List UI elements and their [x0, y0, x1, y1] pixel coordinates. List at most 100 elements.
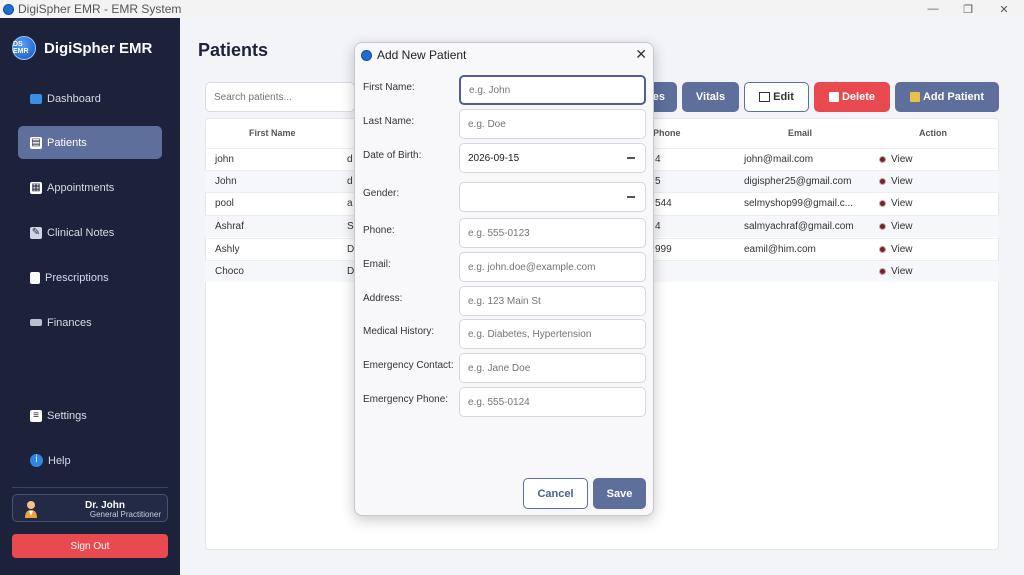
first-name-field[interactable]	[459, 75, 646, 105]
emergency-contact-field[interactable]	[459, 353, 646, 383]
view-link[interactable]: View	[879, 244, 913, 255]
sidebar-item-help[interactable]: i Help	[18, 444, 162, 477]
grid-icon: ▦	[30, 181, 42, 194]
document-icon	[30, 271, 40, 284]
sidebar-item-label: Help	[48, 454, 71, 467]
address-label: Address:	[363, 293, 403, 304]
sidebar-item-label: Dashboard	[47, 92, 101, 105]
close-icon[interactable]: ✕	[635, 46, 647, 63]
sidebar-item-label: Patients	[47, 136, 87, 149]
sidebar-item-prescriptions[interactable]: Prescriptions	[18, 261, 162, 294]
date-of-birth-value: 2026-09-15	[468, 152, 520, 164]
sidebar-item-dashboard[interactable]: Dashboard	[18, 82, 162, 115]
emergency-phone-field[interactable]	[459, 387, 646, 417]
phone-field[interactable]	[459, 218, 646, 248]
sidebar-item-label: Settings	[47, 409, 87, 422]
cell-phone: 4	[655, 154, 661, 165]
date-of-birth-field[interactable]: 2026-09-15	[459, 143, 646, 173]
sidebar-item-finances[interactable]: Finances	[18, 306, 162, 339]
emergency-phone-label: Emergency Phone:	[363, 394, 449, 405]
cell-email: salmyachraf@gmail.com	[744, 221, 854, 232]
phone-label: Phone:	[363, 225, 395, 236]
dialog-header: Add New Patient	[355, 43, 653, 67]
gender-select[interactable]	[459, 182, 646, 212]
cell-phone: 544	[655, 198, 672, 209]
eye-icon	[879, 155, 886, 163]
view-link[interactable]: View	[879, 266, 913, 277]
search-input[interactable]	[205, 82, 355, 112]
eye-icon	[879, 267, 886, 275]
divider	[12, 487, 168, 488]
vitals-button[interactable]: Vitals	[682, 82, 739, 112]
delete-button[interactable]: Delete	[814, 82, 890, 112]
view-link[interactable]: View	[879, 154, 913, 165]
edit-button[interactable]: Edit	[744, 82, 809, 112]
last-name-field[interactable]	[459, 109, 646, 139]
sidebar-item-clinical-notes[interactable]: ✎ Clinical Notes	[18, 216, 162, 249]
user-role: General Practitioner	[89, 510, 161, 519]
view-label: View	[891, 244, 913, 255]
view-label: View	[891, 266, 913, 277]
edit-icon	[759, 92, 771, 102]
cell-email: digispher25@gmail.com	[744, 176, 852, 187]
last-name-label: Last Name:	[363, 116, 415, 127]
window-titlebar: DigiSpher EMR - EMR System	[0, 0, 1024, 18]
eye-icon	[879, 199, 886, 207]
trash-icon	[828, 92, 839, 102]
cell-last-name: d	[347, 176, 353, 187]
view-link[interactable]: View	[879, 198, 913, 209]
address-field[interactable]	[459, 286, 646, 316]
add-patient-button[interactable]: Add Patient	[895, 82, 999, 112]
cell-email: eamil@him.com	[744, 244, 816, 255]
first-name-label: First Name:	[363, 82, 415, 93]
column-header-email: Email	[788, 128, 813, 138]
sidebar-item-patients[interactable]: ▤ Patients	[18, 126, 162, 159]
close-window-button[interactable]: ✕	[987, 0, 1021, 18]
eye-icon	[879, 222, 886, 230]
cell-last-name: d	[347, 154, 353, 165]
sidebar-item-settings[interactable]: ≡ Settings	[18, 399, 162, 432]
delete-button-label: Delete	[841, 91, 876, 103]
sidebar-item-label: Finances	[47, 316, 92, 329]
column-header-phone: Phone	[653, 128, 681, 138]
notes-icon: ✎	[30, 226, 42, 239]
maximize-button[interactable]: ❐	[951, 0, 985, 18]
info-icon: i	[30, 454, 43, 467]
save-button[interactable]: Save	[593, 478, 646, 509]
page-title: Patients	[198, 40, 269, 60]
cell-email: john@mail.com	[744, 154, 814, 165]
dropdown-icon[interactable]	[627, 196, 635, 198]
cell-first-name: john	[215, 154, 234, 165]
brand-name: DigiSpher EMR	[44, 39, 153, 57]
medical-history-label: Medical History:	[363, 326, 435, 337]
add-user-icon	[909, 92, 920, 102]
eye-icon	[879, 245, 886, 253]
medical-history-field[interactable]	[459, 319, 646, 349]
view-label: View	[891, 221, 913, 232]
cell-last-name: S	[347, 221, 354, 232]
app-icon	[361, 49, 372, 61]
cell-first-name: Ashly	[215, 244, 240, 255]
dialog-title: Add New Patient	[377, 48, 467, 62]
sign-out-button[interactable]: Sign Out	[12, 534, 168, 558]
minimize-button[interactable]: —	[916, 0, 950, 18]
view-label: View	[891, 176, 913, 187]
cell-first-name: Choco	[215, 266, 244, 277]
edit-button-label: Edit	[773, 91, 794, 103]
eye-icon	[879, 177, 886, 185]
user-card[interactable]: Dr. John General Practitioner	[12, 494, 168, 522]
email-field[interactable]	[459, 252, 646, 282]
cancel-button[interactable]: Cancel	[523, 478, 588, 509]
date-of-birth-label: Date of Birth:	[363, 150, 422, 161]
sidebar-item-appointments[interactable]: ▦ Appointments	[18, 171, 162, 204]
calendar-dropdown-icon[interactable]	[627, 157, 635, 159]
sidebar-item-label: Appointments	[47, 181, 115, 194]
view-link[interactable]: View	[879, 221, 913, 232]
monitor-icon	[30, 93, 42, 104]
cell-email: selmyshop99@gmail.c...	[744, 198, 854, 209]
email-label: Email:	[363, 259, 391, 270]
settings-icon: ≡	[30, 409, 42, 422]
cell-first-name: John	[215, 176, 237, 187]
view-link[interactable]: View	[879, 176, 913, 187]
logo-icon: DS EMR	[12, 36, 36, 60]
